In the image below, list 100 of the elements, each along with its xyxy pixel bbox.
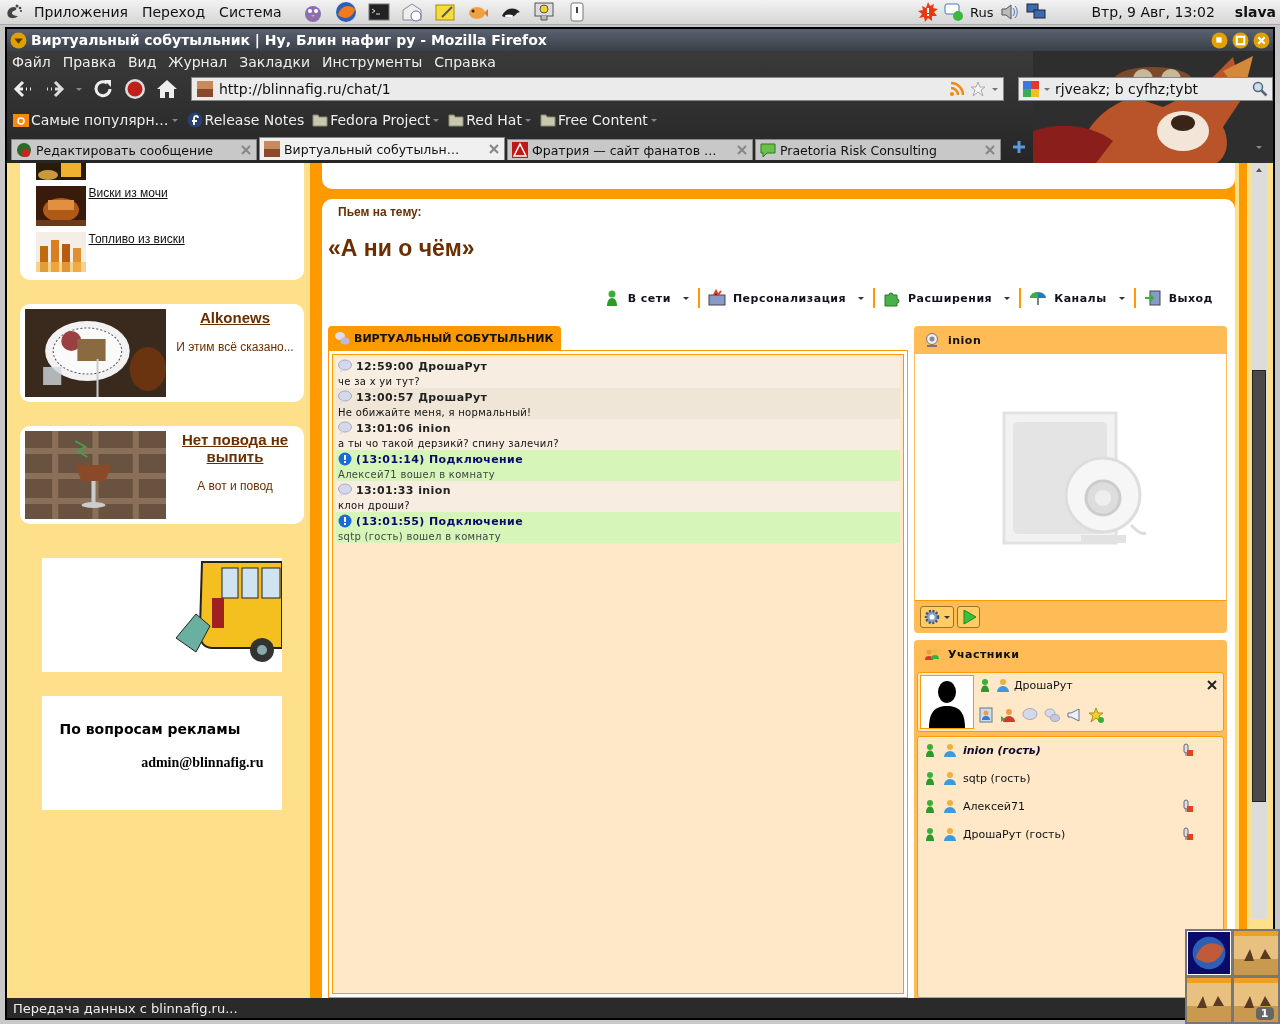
favicon-icon xyxy=(16,142,32,158)
promo-title-link[interactable]: Нет повода не выпить xyxy=(171,431,299,465)
participant-row[interactable]: ДрошаРут (гость) xyxy=(923,825,1218,843)
menu-item[interactable]: Закладки xyxy=(239,53,311,70)
panel-menu[interactable]: Переход xyxy=(137,4,210,20)
microphone-icon xyxy=(1180,799,1194,813)
panel-menu[interactable]: Система xyxy=(215,4,286,20)
toolbar-button[interactable]: Выход xyxy=(1143,289,1213,307)
search-field[interactable]: rjveakz; b cyfhz;tybt xyxy=(1054,81,1248,97)
maximize-icon[interactable] xyxy=(1232,31,1249,49)
search-engine-icon[interactable] xyxy=(1022,81,1039,97)
browser-tab[interactable]: Praetoria Risk Consulting xyxy=(755,139,1001,160)
bookmark-item[interactable]: Fedora Project xyxy=(312,112,441,128)
new-tab-icon[interactable] xyxy=(1011,139,1027,155)
article-link[interactable]: Виски из мочи xyxy=(88,186,168,200)
stop-icon[interactable] xyxy=(123,77,147,101)
workspace-switcher[interactable]: 1 xyxy=(1185,929,1280,1024)
search-bar[interactable]: rjveakz; b cyfhz;tybt xyxy=(1017,77,1273,101)
video-title: inion xyxy=(948,333,982,347)
search-icon[interactable] xyxy=(1252,81,1268,97)
clock[interactable]: Втр, 9 Авг, 13:02 xyxy=(1091,4,1215,20)
message-text: Не обижайте меня, я нормальный! xyxy=(338,407,533,418)
chat-tab[interactable]: ВИРТУАЛЬНЫЙ СОБУТЫЛЬНИК xyxy=(328,326,562,350)
profile-icon[interactable] xyxy=(978,707,994,723)
bookmark-item[interactable]: Release Notes xyxy=(186,112,305,128)
close-icon[interactable] xyxy=(1207,680,1217,690)
puzzle-icon xyxy=(883,289,902,307)
participants-title: Участники xyxy=(948,647,1020,661)
speaker-icon[interactable] xyxy=(999,2,1020,22)
play-button[interactable] xyxy=(957,606,980,628)
browser-tab[interactable]: Редактировать сообщение xyxy=(11,139,257,160)
user-action-icon[interactable] xyxy=(1000,707,1016,723)
caret-icon[interactable] xyxy=(1255,143,1263,151)
promo-title-link[interactable]: Alkonews xyxy=(200,309,270,326)
close-icon[interactable] xyxy=(1253,31,1270,49)
menu-item[interactable]: Вид xyxy=(127,53,157,70)
toolbar-button[interactable]: В сети xyxy=(602,289,690,307)
warning-icon xyxy=(512,142,528,158)
caret-icon[interactable] xyxy=(1042,85,1051,93)
panel-menu[interactable]: Приложения xyxy=(30,4,132,20)
menu-item[interactable]: Правка xyxy=(62,53,116,70)
toolbar-button[interactable]: Персонализация xyxy=(707,289,866,307)
message-text: sqtp (гость) вошел в комнату xyxy=(338,531,503,542)
terminal-icon[interactable] xyxy=(367,1,390,23)
window-title: Виртуальный собутыльник | Ну, Блин нафиг ру - Mozilla Firefox xyxy=(31,32,547,48)
browser-tab[interactable]: Фратрия — сайт фанатов … xyxy=(507,139,753,160)
keyboard-layout[interactable]: Rus xyxy=(970,4,994,20)
settings-button[interactable] xyxy=(920,606,954,628)
network-icon[interactable] xyxy=(1025,2,1046,22)
topic-title: «А ни о чём» xyxy=(328,235,476,262)
alert-icon[interactable] xyxy=(918,2,939,22)
toolbar-button[interactable]: Каналы xyxy=(1029,289,1126,307)
folder-icon xyxy=(539,112,556,128)
rss-icon[interactable] xyxy=(948,81,965,97)
participant-row[interactable]: inion (гость) xyxy=(923,741,1218,759)
bookmark-item[interactable]: Free Content xyxy=(539,112,658,128)
envelope-icon[interactable] xyxy=(400,1,423,23)
site-favicon-icon xyxy=(196,81,214,97)
message-header: 13:01:33 inion xyxy=(356,483,451,497)
notepad-icon[interactable] xyxy=(433,1,456,23)
caret-icon[interactable] xyxy=(75,85,83,93)
ad-email: admin@blinnafig.ru xyxy=(141,755,264,771)
minimize-icon[interactable] xyxy=(1211,31,1228,49)
star-icon[interactable] xyxy=(969,81,986,97)
caret-icon xyxy=(943,613,951,621)
home-icon[interactable] xyxy=(155,77,179,101)
ad-title: По вопросам рекламы xyxy=(59,721,242,737)
caret-icon xyxy=(649,116,658,124)
speech-bubble-icon xyxy=(338,483,352,497)
menu-item[interactable]: Файл xyxy=(12,53,51,70)
article-link[interactable]: Топливо из виски xyxy=(88,232,185,246)
caret-icon xyxy=(857,294,866,302)
scrollbar[interactable] xyxy=(1251,163,1267,919)
menu-item[interactable]: Инструменты xyxy=(322,53,423,70)
message-header: 12:59:00 ДрошаРут xyxy=(356,359,488,373)
menu-item[interactable]: Справка xyxy=(434,53,496,70)
address-field[interactable]: http://blinnafig.ru/chat/1 xyxy=(219,81,944,97)
toolbar-button[interactable]: Расширения xyxy=(883,289,1012,307)
participant-row[interactable]: Алексей71 xyxy=(923,797,1218,815)
folder-icon xyxy=(448,112,465,128)
bookmark-item[interactable]: Самые популярн… xyxy=(13,112,179,128)
megaphone-icon[interactable] xyxy=(1066,707,1082,723)
participant-row[interactable]: sqtp (гость) xyxy=(923,769,1218,787)
star-icon[interactable] xyxy=(1088,707,1104,723)
banner-ad[interactable] xyxy=(41,558,282,672)
webcam-icon xyxy=(924,332,940,348)
menu-item[interactable]: Журнал xyxy=(168,53,228,70)
user-name[interactable]: slava xyxy=(1234,4,1276,20)
chat-status-icon[interactable] xyxy=(944,2,965,22)
info-icon xyxy=(338,514,352,528)
message-header: 13:00:57 ДрошаРут xyxy=(356,390,488,404)
caret-icon[interactable] xyxy=(990,85,999,93)
folder-icon xyxy=(312,112,329,128)
monitor-icon[interactable] xyxy=(532,1,555,23)
bookmark-item[interactable]: Red Hat xyxy=(448,112,532,128)
info-icon xyxy=(338,452,352,466)
browser-tab[interactable]: Виртуальный собутыльн… xyxy=(259,137,505,160)
globe-icon[interactable] xyxy=(334,1,357,23)
window-menu-icon[interactable] xyxy=(10,31,27,49)
address-bar[interactable]: http://blinnafig.ru/chat/1 xyxy=(191,77,1004,101)
